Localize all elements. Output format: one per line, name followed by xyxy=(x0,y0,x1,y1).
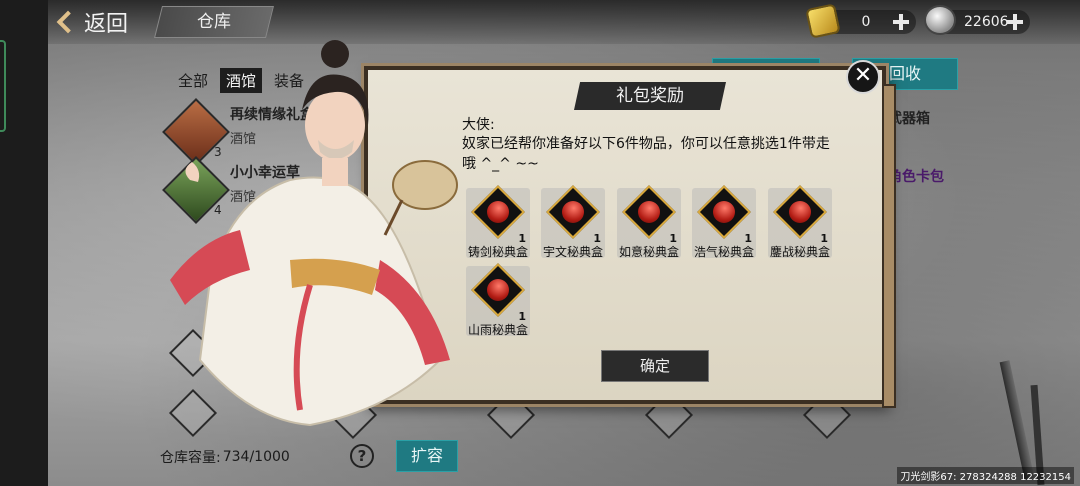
secret-box-icon xyxy=(773,185,827,239)
watermark-text: 刀光剑影67: 278324288 12232154 xyxy=(897,467,1074,484)
secret-box-icon xyxy=(622,185,676,239)
chevron-left-icon xyxy=(56,10,80,34)
silver-value: 22606 xyxy=(964,14,1009,30)
reward-name: 如意秘典盒 xyxy=(618,245,679,259)
silver-currency: 22606 xyxy=(924,5,1030,36)
reward-name: 鏖战秘典盒 xyxy=(769,245,830,259)
gold-currency: 0 xyxy=(805,3,916,39)
reward-name: 浩气秘典盒 xyxy=(693,245,754,259)
npc-character-illustration xyxy=(170,40,458,427)
reward-item[interactable]: 1 如意秘典盒 xyxy=(617,185,681,259)
reward-item[interactable]: 1 宇文秘典盒 xyxy=(541,185,605,259)
confirm-button[interactable]: 确定 xyxy=(601,350,709,382)
gold-ingot-icon xyxy=(805,3,841,39)
reward-item[interactable]: 1 浩气秘典盒 xyxy=(692,185,756,259)
secret-box-icon xyxy=(546,185,600,239)
silver-ingot-icon xyxy=(924,5,956,35)
expand-button[interactable]: 扩容 xyxy=(396,440,458,472)
screen-edge xyxy=(0,0,48,486)
back-label: 返回 xyxy=(84,12,129,37)
edge-handle xyxy=(0,40,6,132)
secret-box-icon xyxy=(697,185,751,239)
character-card-pack-item[interactable]: 角色卡包 xyxy=(888,166,944,186)
capacity-label: 仓库容量: xyxy=(160,450,221,466)
gold-value: 0 xyxy=(861,14,871,30)
add-gold-icon[interactable] xyxy=(892,13,910,31)
dialog-title: 礼包奖励 xyxy=(574,82,726,110)
close-icon[interactable]: ✕ xyxy=(846,60,880,94)
reward-item[interactable]: 1 鏖战秘典盒 xyxy=(768,185,832,259)
help-icon[interactable]: ? xyxy=(350,444,374,468)
dialog-message: 奴家已经帮你准备好以下6件物品，你可以任意挑选1件带走哦 ^_^ ~~ xyxy=(462,136,830,172)
capacity-value: 734/1000 xyxy=(222,449,290,465)
reward-name: 宇文秘典盒 xyxy=(542,245,603,259)
back-button[interactable]: 返回 xyxy=(56,4,129,40)
add-silver-icon[interactable] xyxy=(1006,13,1024,31)
